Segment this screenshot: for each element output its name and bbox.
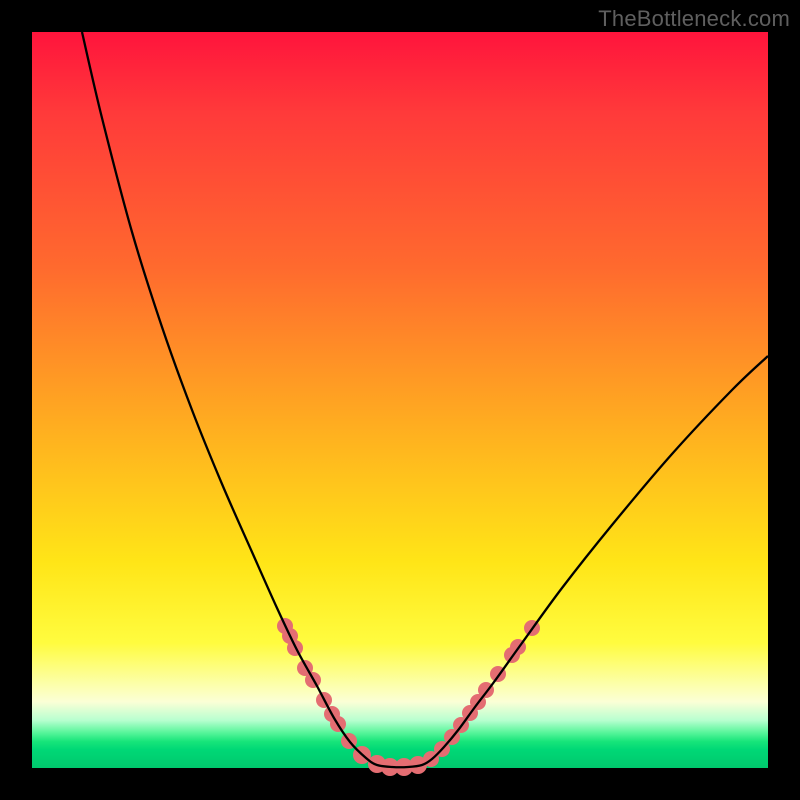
bottleneck-curve (82, 32, 768, 767)
chart-frame: TheBottleneck.com (0, 0, 800, 800)
plot-area (32, 32, 768, 768)
dots-layer (277, 618, 540, 776)
curve-svg (32, 32, 768, 768)
watermark-text: TheBottleneck.com (598, 6, 790, 32)
